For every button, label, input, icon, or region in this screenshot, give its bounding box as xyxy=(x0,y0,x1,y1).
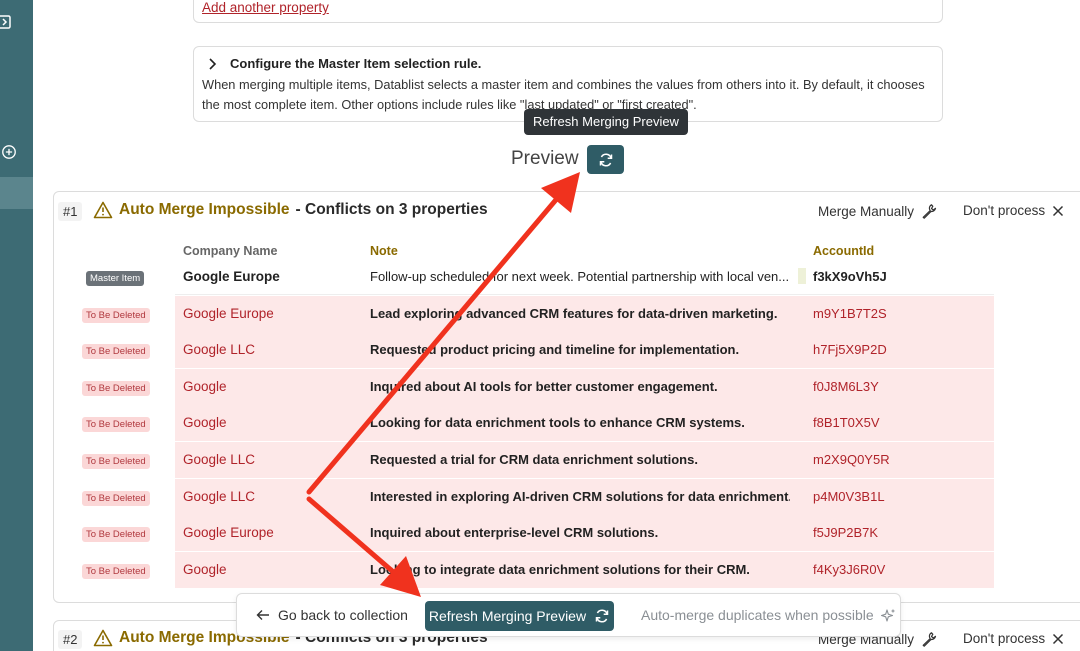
company-cell[interactable]: Google Europe xyxy=(183,269,358,284)
wrench-icon xyxy=(922,204,937,219)
account-id-cell[interactable]: f5J9P2B7K xyxy=(813,525,973,540)
chevron-right-icon xyxy=(209,57,217,70)
sparkles-icon xyxy=(880,608,895,622)
account-id-cell[interactable]: m9Y1B7T2S xyxy=(813,306,973,321)
note-cell[interactable]: Looking for data enrichment tools to enh… xyxy=(370,415,790,430)
account-id-cell[interactable]: f4Ky3J6R0V xyxy=(813,562,973,577)
group-title: Auto Merge Impossible - Conflicts on 3 p… xyxy=(93,201,488,219)
master-item-badge: Master Item xyxy=(86,271,145,286)
master-rule-toggle[interactable]: Configure the Master Item selection rule… xyxy=(208,56,481,71)
to-be-deleted-badge: To Be Deleted xyxy=(82,491,150,506)
account-id-cell[interactable]: m2X9Q0Y5R xyxy=(813,452,973,467)
note-cell[interactable]: Requested a trial for CRM data enrichmen… xyxy=(370,452,790,467)
arrow-left-icon xyxy=(256,610,269,620)
note-cell[interactable]: Requested product pricing and timeline f… xyxy=(370,342,790,357)
group-number: #2 xyxy=(58,630,83,649)
account-id-cell[interactable]: f8B1T0X5V xyxy=(813,415,973,430)
sidebar-active-item[interactable] xyxy=(0,177,33,209)
company-cell[interactable]: Google xyxy=(183,379,358,394)
to-be-deleted-badge: To Be Deleted xyxy=(82,454,150,469)
column-header-account: AccountId xyxy=(813,244,875,258)
note-overflow-marker xyxy=(798,268,806,284)
conflicts-text: - Conflicts on 3 properties xyxy=(295,201,488,218)
refresh-merging-preview-button[interactable]: Refresh Merging Preview xyxy=(425,601,614,631)
refresh-tooltip: Refresh Merging Preview xyxy=(524,109,688,135)
refresh-merging-label: Refresh Merging Preview xyxy=(428,608,587,624)
refresh-icon xyxy=(595,609,609,623)
dont-process-button[interactable]: Don't process xyxy=(963,631,1064,646)
group-number: #1 xyxy=(58,202,83,221)
wrench-icon xyxy=(922,632,937,647)
merge-manually-label: Merge Manually xyxy=(818,203,915,219)
note-cell[interactable]: Lead exploring advanced CRM features for… xyxy=(370,306,790,321)
master-rule-heading: Configure the Master Item selection rule… xyxy=(230,56,482,71)
warning-icon xyxy=(93,201,113,219)
to-be-deleted-badge: To Be Deleted xyxy=(82,381,150,396)
account-id-cell[interactable]: f0J8M6L3Y xyxy=(813,379,973,394)
company-cell[interactable]: Google LLC xyxy=(183,452,358,467)
to-be-deleted-badge: To Be Deleted xyxy=(82,344,150,359)
auto-merge-button[interactable]: Auto-merge duplicates when possible xyxy=(641,607,896,623)
go-back-label: Go back to collection xyxy=(278,607,408,623)
note-cell[interactable]: Inquired about enterprise-level CRM solu… xyxy=(370,525,790,540)
company-cell[interactable]: Google LLC xyxy=(183,342,358,357)
refresh-icon xyxy=(599,152,612,167)
company-cell[interactable]: Google xyxy=(183,562,358,577)
company-cell[interactable]: Google Europe xyxy=(183,306,358,321)
to-be-deleted-badge: To Be Deleted xyxy=(82,417,150,432)
company-cell[interactable]: Google xyxy=(183,415,358,430)
note-cell[interactable]: Inquired about AI tools for better custo… xyxy=(370,379,790,394)
dont-process-label: Don't process xyxy=(963,203,1046,218)
refresh-preview-button[interactable] xyxy=(587,145,624,174)
company-cell[interactable]: Google Europe xyxy=(183,525,358,540)
collapse-sidebar-icon[interactable] xyxy=(0,14,12,30)
note-cell[interactable]: Follow-up scheduled for next week. Poten… xyxy=(370,269,790,284)
note-cell[interactable]: Looking to integrate data enrichment sol… xyxy=(370,562,790,577)
account-id-cell[interactable]: p4M0V3B1L xyxy=(813,489,973,504)
column-header-company: Company Name xyxy=(183,244,278,258)
auto-merge-label: Auto-merge duplicates when possible xyxy=(641,607,874,623)
preview-label: Preview xyxy=(511,148,579,169)
to-be-deleted-badge: To Be Deleted xyxy=(82,308,150,323)
note-cell[interactable]: Interested in exploring AI-driven CRM so… xyxy=(370,489,790,504)
sidebar xyxy=(0,0,33,651)
column-header-note: Note xyxy=(370,244,398,258)
to-be-deleted-badge: To Be Deleted xyxy=(82,527,150,542)
to-be-deleted-badge: To Be Deleted xyxy=(82,564,150,579)
close-icon xyxy=(1053,633,1064,644)
go-back-button[interactable]: Go back to collection xyxy=(256,607,408,623)
account-id-cell[interactable]: h7Fj5X9P2D xyxy=(813,342,973,357)
add-circle-icon[interactable] xyxy=(1,144,17,160)
dont-process-button[interactable]: Don't process xyxy=(963,203,1064,218)
merge-manually-button[interactable]: Merge Manually xyxy=(818,203,937,219)
company-cell[interactable]: Google LLC xyxy=(183,489,358,504)
account-id-cell[interactable]: f3kX9oVh5J xyxy=(813,269,973,284)
auto-merge-warning: Auto Merge Impossible xyxy=(119,201,290,218)
close-icon xyxy=(1053,205,1064,216)
dont-process-label: Don't process xyxy=(963,631,1046,646)
warning-icon xyxy=(93,629,113,647)
add-property-link[interactable]: Add another property xyxy=(202,0,329,15)
